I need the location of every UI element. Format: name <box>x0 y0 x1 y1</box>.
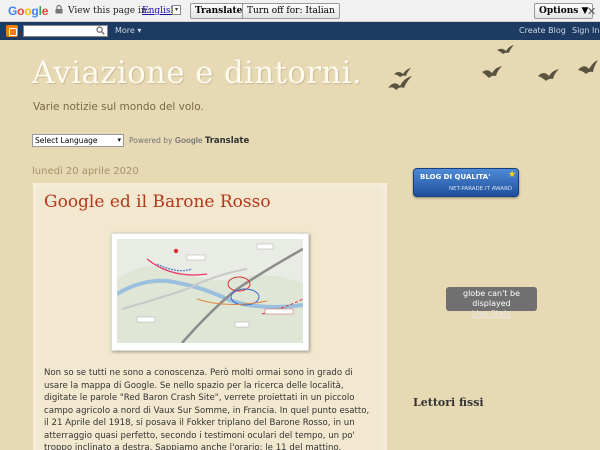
quality-blog-badge[interactable]: BLOG DI QUALITA' ★ NET-PARADE.IT AWARD <box>413 168 519 197</box>
google-translate-bar: Google View this page in: English ▾ Tran… <box>0 0 600 22</box>
live-stats-link[interactable]: Live Stats <box>446 309 537 319</box>
close-icon[interactable]: ✕ <box>587 5 596 18</box>
post-body-text: Non so se tutti ne sono a conoscenza. Pe… <box>44 368 370 450</box>
options-button[interactable]: Options ▼ <box>534 3 594 19</box>
blogger-logo-icon[interactable] <box>6 25 18 37</box>
sign-in-link[interactable]: Sign In <box>572 26 599 35</box>
blog-description: Varie notizie sul mondo del volo. <box>33 101 204 113</box>
create-blog-link[interactable]: Create Blog <box>519 26 566 35</box>
post-date: lunedì 20 aprile 2020 <box>32 166 139 177</box>
badge-title: BLOG DI QUALITA' <box>420 173 491 181</box>
map-image[interactable] <box>111 233 309 351</box>
blog-title[interactable]: Aviazione e dintorni. <box>32 55 362 91</box>
translate-button[interactable]: Translate <box>190 3 248 19</box>
google-wordmark: Google <box>174 136 203 145</box>
language-select[interactable]: Select Language ▾ <box>32 134 124 147</box>
blogger-navbar: More ▾ Create Blog Sign In <box>0 22 600 40</box>
powered-by-label: Powered by <box>129 136 173 145</box>
badge-subtitle: NET-PARADE.IT AWARD <box>449 186 513 192</box>
turn-off-button[interactable]: Turn off for: Italian <box>242 3 340 19</box>
live-stats-widget: globe can't be displayed Live Stats <box>446 287 537 318</box>
more-menu[interactable]: More ▾ <box>115 26 141 35</box>
star-icon: ★ <box>508 170 517 180</box>
post-title[interactable]: Google ed il Barone Rosso <box>44 192 271 212</box>
lock-icon <box>55 5 63 14</box>
translate-wordmark[interactable]: Translate <box>205 136 249 146</box>
powered-by-google-translate: Powered by Google Translate <box>129 136 249 146</box>
language-dropdown-caret[interactable]: ▾ <box>172 5 181 15</box>
google-logo: Google <box>8 4 49 18</box>
search-icon[interactable] <box>96 26 105 35</box>
language-select-value: Select Language <box>35 136 98 145</box>
view-page-text: View this page in: <box>68 6 150 16</box>
followers-heading: Lettori fissi <box>413 396 484 409</box>
chevron-down-icon: ▾ <box>117 136 121 144</box>
birds-decoration-icon <box>388 45 598 90</box>
globe-message: globe can't be displayed <box>463 289 520 308</box>
map-illustration <box>117 239 303 343</box>
